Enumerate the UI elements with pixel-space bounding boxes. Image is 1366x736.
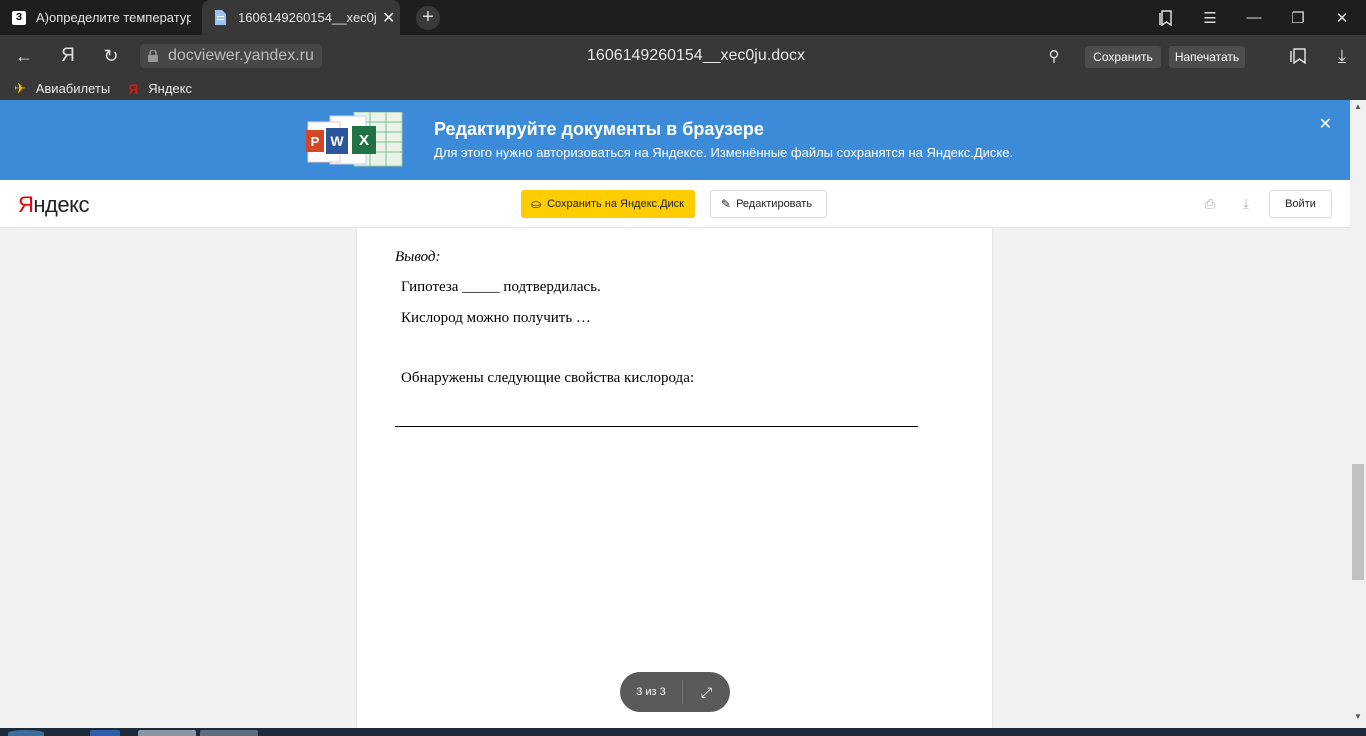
page-title: 1606149260154__xec0ju.docx bbox=[587, 47, 805, 64]
bookmark-label: Авиабилеты bbox=[35, 81, 111, 96]
tab-title: 1606149260154__xec0ju.docx bbox=[238, 10, 376, 25]
print-icon[interactable]: ⎙ bbox=[1202, 196, 1218, 212]
bookmarks-panel-icon[interactable] bbox=[1144, 0, 1188, 35]
print-button[interactable]: Напечатать bbox=[1169, 46, 1245, 68]
download-icon[interactable]: ⤓ bbox=[1238, 196, 1254, 212]
login-button[interactable]: Войти bbox=[1269, 190, 1332, 218]
search-icon[interactable]: ⚲ bbox=[1042, 44, 1066, 68]
yandex-logo[interactable]: Яндекс bbox=[18, 192, 89, 218]
edit-button[interactable]: ✎ Редактировать bbox=[710, 190, 827, 218]
svg-text:X: X bbox=[359, 132, 369, 149]
answer-line bbox=[395, 426, 918, 427]
bookmark-label: Яндекс bbox=[148, 81, 192, 96]
document-icon bbox=[215, 10, 226, 25]
banner-title: Редактируйте документы в браузере bbox=[434, 119, 764, 139]
doc-paragraph: Гипотеза _____ подтвердилась. bbox=[401, 279, 601, 295]
tab-active[interactable]: 1606149260154__xec0ju.docx ✕ bbox=[202, 0, 400, 35]
save-button[interactable]: Сохранить bbox=[1085, 46, 1161, 68]
minimize-icon[interactable]: — bbox=[1232, 0, 1276, 35]
tab-title: А)определите температур bbox=[36, 10, 191, 25]
promo-banner: P W X Редактируйте документы в браузере … bbox=[0, 100, 1350, 180]
banner-subtitle: Для этого нужно авторизоваться на Яндекс… bbox=[434, 145, 1014, 160]
scroll-thumb[interactable] bbox=[1352, 464, 1364, 580]
tab-close-icon[interactable]: ✕ bbox=[382, 8, 395, 28]
document-viewport[interactable]: Вывод: Гипотеза _____ подтвердилась. Кис… bbox=[0, 228, 1350, 728]
scroll-up-icon[interactable]: ▲ bbox=[1350, 102, 1366, 116]
banner-close-icon[interactable]: ✕ bbox=[1319, 114, 1332, 134]
pencil-icon: ✎ bbox=[721, 197, 732, 211]
save-to-disk-button[interactable]: ⛀ Сохранить на Яндекс.Диск bbox=[521, 190, 695, 218]
restore-icon[interactable]: ❐ bbox=[1276, 0, 1320, 35]
close-window-icon[interactable]: ✕ bbox=[1320, 0, 1364, 35]
scrollbar[interactable]: ▲ ▼ bbox=[1350, 100, 1366, 728]
download-icon[interactable]: ⤓ bbox=[1330, 44, 1354, 68]
document-page: Вывод: Гипотеза _____ подтвердилась. Кис… bbox=[357, 228, 992, 728]
taskbar-app[interactable] bbox=[200, 730, 258, 736]
bookmark-yandex[interactable]: Я Яндекс bbox=[128, 81, 192, 97]
docviewer-header: Яндекс ⛀ Сохранить на Яндекс.Диск ✎ Реда… bbox=[0, 180, 1350, 228]
tab-inactive[interactable]: З А)определите температур bbox=[0, 0, 200, 35]
browser-toolbar: ← Я ↻ docviewer.yandex.ru 1606149260154_… bbox=[0, 35, 1366, 77]
start-button[interactable] bbox=[8, 730, 44, 736]
yandex-icon: Я bbox=[128, 80, 139, 97]
tab-bar: З А)определите температур 1606149260154_… bbox=[0, 0, 1366, 35]
os-taskbar bbox=[0, 728, 1366, 736]
edit-label: Редактировать bbox=[736, 198, 813, 210]
save-to-disk-label: Сохранить на Яндекс.Диск bbox=[547, 198, 684, 210]
page-counter: 3 из 3 ⤢ bbox=[620, 672, 730, 712]
office-apps-icon: P W X bbox=[306, 112, 403, 167]
plane-icon: ✈ bbox=[14, 80, 26, 96]
page-counter-label: 3 из 3 bbox=[636, 686, 666, 698]
scroll-down-icon[interactable]: ▼ bbox=[1350, 712, 1366, 726]
collections-icon[interactable] bbox=[1286, 44, 1310, 68]
bookmark-aviatickets[interactable]: ✈ Авиабилеты bbox=[14, 80, 110, 97]
svg-text:W: W bbox=[330, 133, 344, 149]
taskbar-app[interactable] bbox=[138, 730, 196, 736]
svg-text:P: P bbox=[311, 134, 320, 149]
doc-paragraph: Кислород можно получить … bbox=[401, 310, 591, 326]
doc-paragraph: Обнаружены следующие свойства кислорода: bbox=[401, 370, 695, 386]
new-tab-button[interactable]: + bbox=[416, 6, 440, 30]
fullscreen-icon[interactable]: ⤢ bbox=[683, 684, 730, 701]
menu-icon[interactable]: ☰ bbox=[1188, 0, 1232, 35]
bookmarks-bar: ✈ Авиабилеты Я Яндекс bbox=[0, 77, 1366, 100]
conclusion-label: Вывод: bbox=[395, 249, 441, 265]
tab-favicon: З bbox=[12, 10, 26, 25]
taskbar-app[interactable] bbox=[90, 730, 120, 736]
disk-icon: ⛀ bbox=[531, 197, 542, 211]
